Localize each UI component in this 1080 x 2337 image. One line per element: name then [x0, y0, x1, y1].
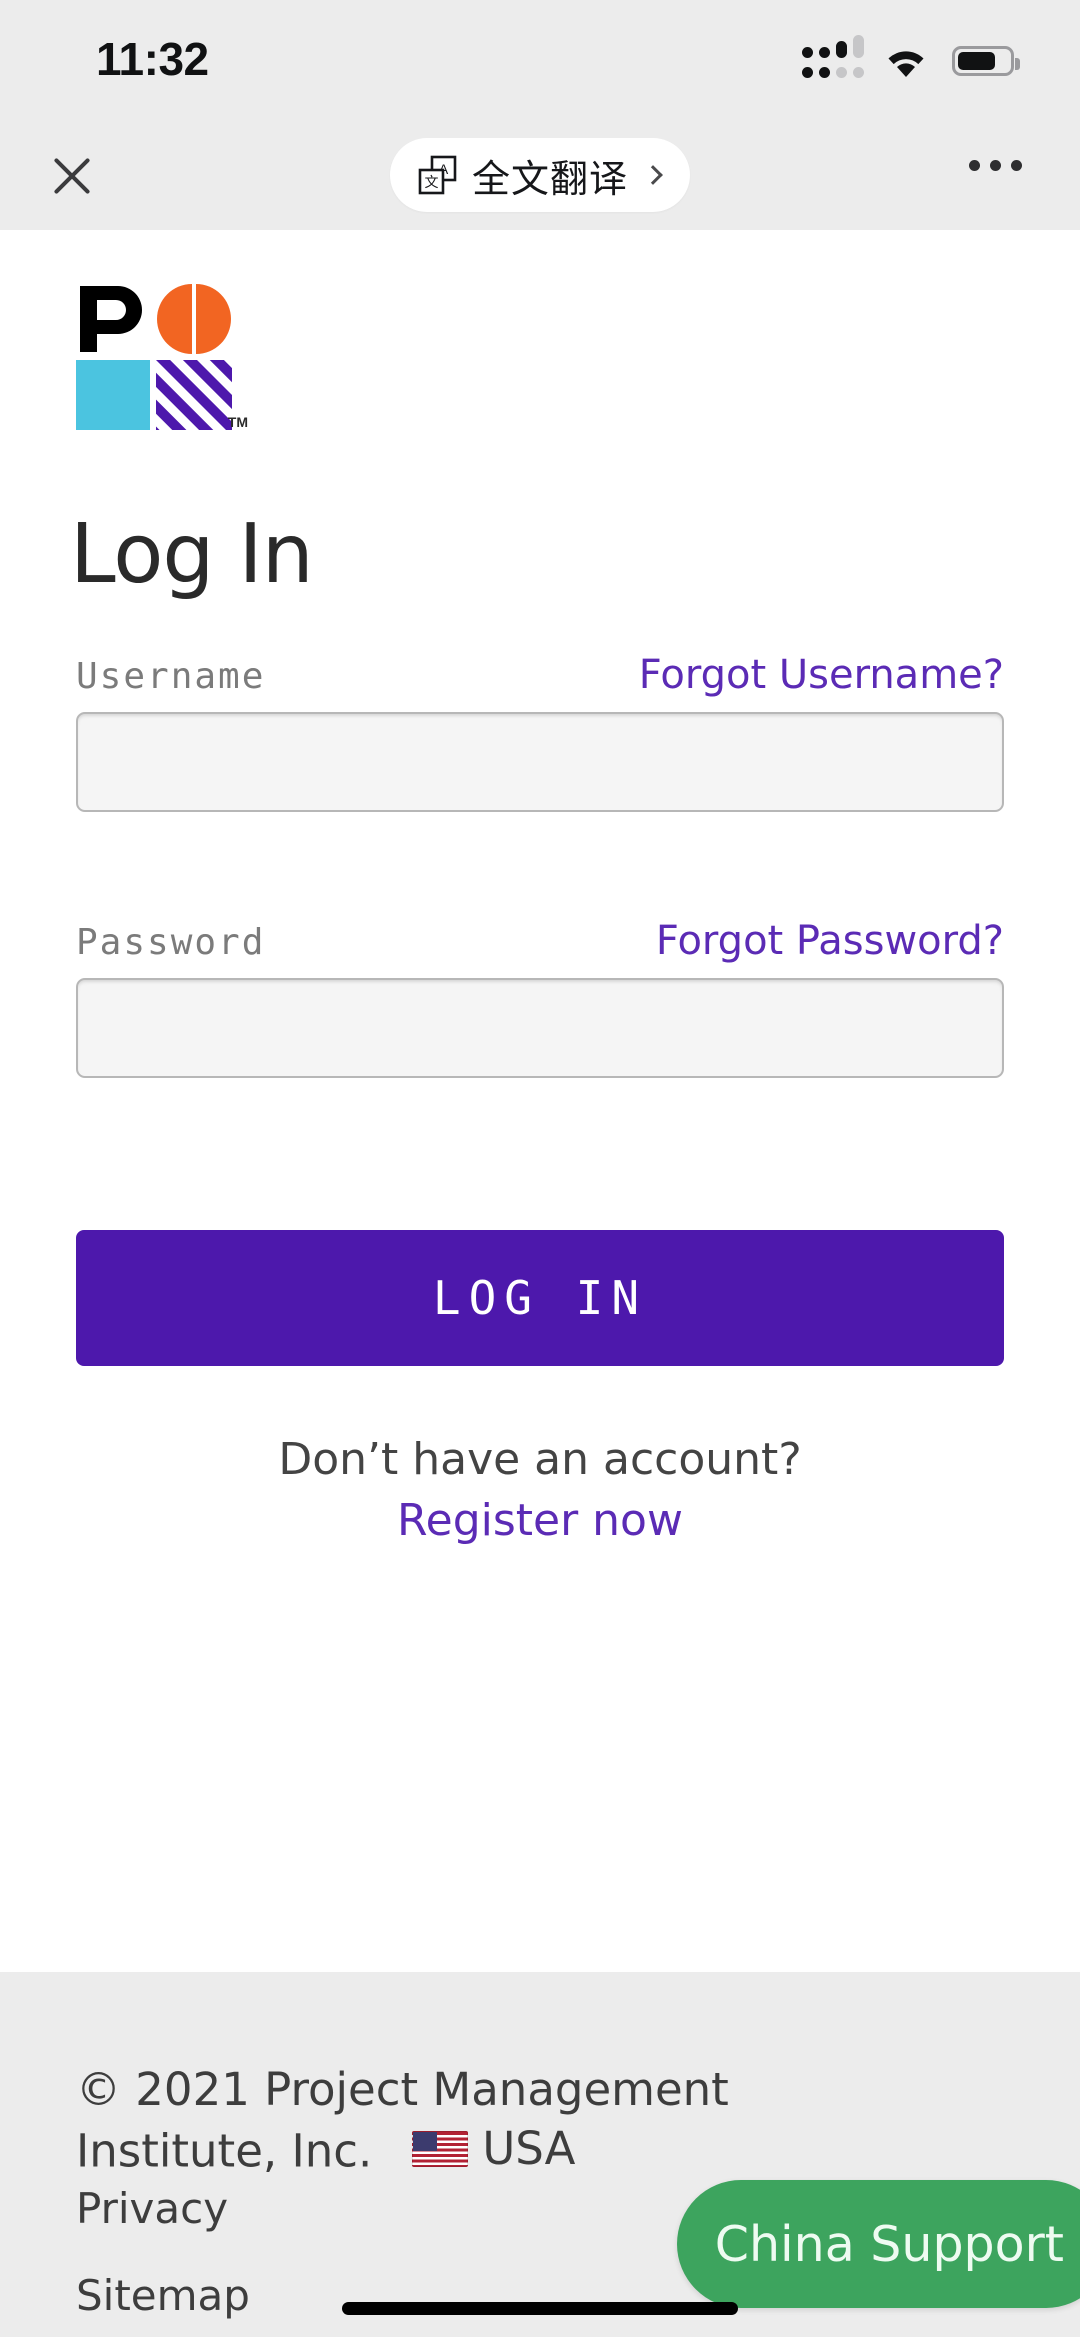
logo-quadrant-stripes	[156, 360, 232, 430]
wifi-icon	[882, 43, 930, 79]
status-bar-indicators	[802, 38, 1014, 84]
register-now-link[interactable]: Register now	[397, 1495, 683, 1546]
register-prompt: Don’t have an account? Register now	[0, 1430, 1080, 1546]
battery-icon	[952, 46, 1014, 76]
footer-link-privacy[interactable]: Privacy	[76, 2184, 250, 2233]
close-icon[interactable]	[44, 148, 100, 204]
username-label: Username	[76, 656, 265, 697]
footer-links: Privacy Sitemap	[76, 2184, 250, 2337]
navigation-bar: A 文 全文翻译	[0, 120, 1080, 230]
pmi-logo: TM	[76, 284, 232, 430]
translate-label: 全文翻译	[472, 148, 628, 203]
password-input[interactable]	[76, 978, 1004, 1078]
status-bar: 11:32	[0, 0, 1080, 120]
trademark-mark: TM	[228, 414, 248, 430]
status-bar-time: 11:32	[96, 32, 209, 86]
username-input[interactable]	[76, 712, 1004, 812]
home-indicator	[342, 2302, 738, 2315]
cellular-signal-icon	[802, 41, 860, 81]
country-label: USA	[482, 2119, 575, 2178]
password-label: Password	[76, 922, 265, 963]
page-title: Log In	[70, 514, 313, 596]
more-options-icon[interactable]	[969, 160, 1022, 171]
svg-text:文: 文	[424, 175, 438, 191]
password-field-group: Password Forgot Password?	[76, 918, 1004, 1078]
username-field-group: Username Forgot Username?	[76, 652, 1004, 812]
usa-flag-icon	[412, 2131, 468, 2167]
copyright-text: © 2021 Project Management Institute, Inc…	[76, 2060, 906, 2181]
translate-icon: A 文	[416, 154, 458, 196]
logo-quadrant-m	[156, 284, 232, 354]
footer-link-sitemap[interactable]: Sitemap	[76, 2271, 250, 2320]
forgot-password-link[interactable]: Forgot Password?	[656, 918, 1004, 964]
china-support-button[interactable]: China Support	[677, 2180, 1080, 2308]
forgot-username-link[interactable]: Forgot Username?	[639, 652, 1004, 698]
logo-quadrant-p	[76, 284, 150, 354]
username-label-row: Username Forgot Username?	[76, 652, 1004, 696]
phone-screen: 11:32	[0, 0, 1080, 2337]
log-in-button[interactable]: LOG IN	[76, 1230, 1004, 1366]
login-page: TM Log In Username Forgot Username? Pass…	[0, 230, 1080, 1972]
chevron-right-icon	[643, 165, 663, 185]
country-indicator: USA	[412, 2119, 575, 2178]
logo-quadrant-i	[76, 360, 150, 430]
no-account-text: Don’t have an account?	[0, 1430, 1080, 1489]
translate-page-button[interactable]: A 文 全文翻译	[390, 138, 690, 212]
copyright-label: © 2021 Project Management Institute, Inc…	[76, 2063, 729, 2178]
password-label-row: Password Forgot Password?	[76, 918, 1004, 962]
